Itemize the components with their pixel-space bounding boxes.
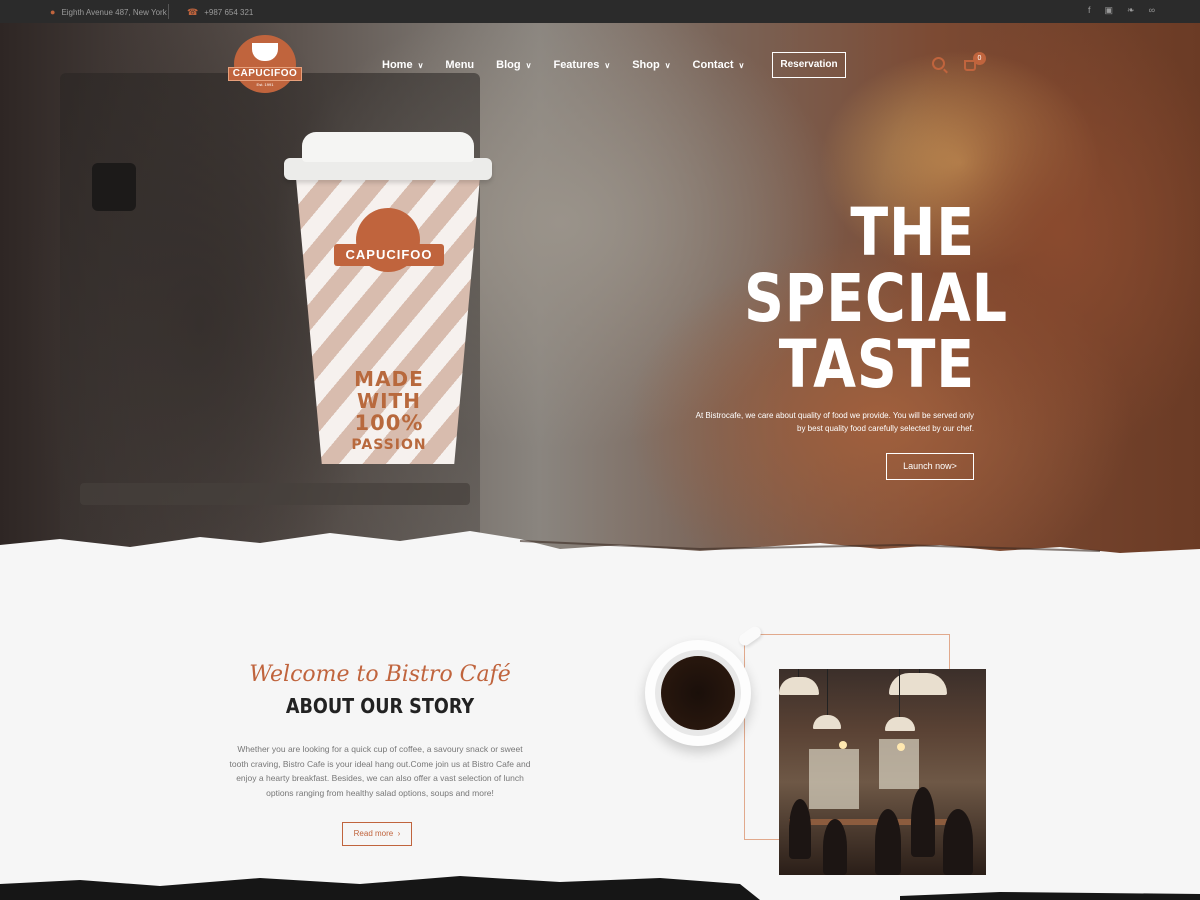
person xyxy=(875,809,901,875)
cart-count-badge: 0 xyxy=(973,52,986,65)
cup-logo: CAPUCIFOO xyxy=(334,208,444,278)
nav-item-label: Menu xyxy=(445,59,475,71)
coffee-drink xyxy=(661,656,735,730)
read-more-button[interactable]: Read more › xyxy=(342,822,412,846)
about-heading: ABOUT OUR STORY xyxy=(285,694,475,718)
logo-banner: CAPUCIFOO xyxy=(228,67,302,81)
hero-coffee-cup-image: CAPUCIFOO MADE WITH 100% PASSION xyxy=(284,132,492,472)
nav-item-label: Home xyxy=(382,59,413,71)
pendant-lamp xyxy=(813,715,841,729)
nav-item-label: Contact xyxy=(692,59,734,71)
cup-lid xyxy=(302,132,474,162)
hero-title-line: THE xyxy=(850,194,975,271)
phone-icon: ☎ xyxy=(187,7,199,17)
lamp-wire xyxy=(827,669,828,715)
chevron-down-icon: ∨ xyxy=(525,60,532,70)
nav-item-label: Features xyxy=(553,59,600,71)
facebook-icon[interactable]: f xyxy=(1088,5,1091,16)
nav-item-shop[interactable]: Shop ∨ xyxy=(632,59,670,71)
logo-established: Est. 1991 xyxy=(256,82,274,87)
nav-item-features[interactable]: Features ∨ xyxy=(553,59,610,71)
cup-slogan-line: 100% xyxy=(354,411,424,435)
launch-now-button[interactable]: Launch now> xyxy=(886,453,974,480)
top-bar: ● Eighth Avenue 487, New York ☎ +987 654… xyxy=(0,0,1200,23)
welcome-script-heading: Welcome to Bistro Café xyxy=(249,662,511,687)
cup-slogan: MADE WITH 100% PASSION xyxy=(344,368,434,456)
social-links: f ▣ ❧ ∞ xyxy=(1088,5,1155,16)
phone-info: ☎ +987 654 321 xyxy=(187,7,253,18)
hero-title-line: SPECIAL xyxy=(744,260,1008,337)
light-bulb xyxy=(897,743,905,751)
address-info: ● Eighth Avenue 487, New York xyxy=(50,7,167,17)
pendant-lamp xyxy=(885,717,915,731)
light-bulb xyxy=(839,741,847,749)
reservation-button[interactable]: Reservation xyxy=(772,52,846,78)
person xyxy=(789,799,811,859)
cup-logo-banner: CAPUCIFOO xyxy=(334,244,444,266)
cafe-interior-photo xyxy=(779,669,986,875)
phone-text: +987 654 321 xyxy=(204,8,254,17)
address-text: Eighth Avenue 487, New York xyxy=(61,7,167,17)
espresso-cup-image xyxy=(645,640,751,746)
site-logo[interactable]: CAPUCIFOO Est. 1991 xyxy=(228,35,302,95)
location-pin-icon: ● xyxy=(50,7,56,17)
brush-divider xyxy=(0,531,1200,595)
nav-item-label: Shop xyxy=(632,59,660,71)
person xyxy=(943,809,973,875)
search-icon[interactable] xyxy=(932,57,945,70)
machine-tray-image xyxy=(80,483,470,505)
nav-item-menu[interactable]: Menu xyxy=(445,59,474,71)
lamp-wire xyxy=(899,669,900,717)
instagram-icon[interactable]: ▣ xyxy=(1105,5,1114,16)
topbar-divider xyxy=(168,4,169,19)
pendant-lamp xyxy=(779,677,819,695)
machine-knob-image xyxy=(92,163,136,211)
nav-item-blog[interactable]: Blog ∨ xyxy=(496,59,531,71)
tripadvisor-icon[interactable]: ∞ xyxy=(1149,5,1155,16)
person xyxy=(823,819,847,875)
twitter-icon[interactable]: ❧ xyxy=(1127,5,1135,16)
hero-title-line: TASTE xyxy=(778,326,975,403)
main-nav: Home ∨ Menu Blog ∨ Features ∨ Shop ∨ Con… xyxy=(382,59,766,71)
chevron-right-icon: › xyxy=(395,829,401,838)
chevron-down-icon: ∨ xyxy=(417,60,424,70)
pendant-lamp xyxy=(889,673,947,695)
nav-item-home[interactable]: Home ∨ xyxy=(382,59,423,71)
hero-section xyxy=(0,23,1200,558)
nav-item-contact[interactable]: Contact ∨ xyxy=(693,59,745,71)
cup-slogan-line: MADE xyxy=(354,367,424,391)
person xyxy=(911,787,935,857)
about-paragraph: Whether you are looking for a quick cup … xyxy=(229,744,531,798)
bottom-brush-divider xyxy=(0,876,1200,900)
chevron-down-icon: ∨ xyxy=(604,60,611,70)
hero-description: At Bistrocafe, we care about quality of … xyxy=(695,411,974,433)
read-more-label: Read more xyxy=(353,829,394,838)
chevron-down-icon: ∨ xyxy=(664,60,671,70)
cup-slogan-line: PASSION xyxy=(351,437,427,453)
chevron-down-icon: ∨ xyxy=(738,60,745,70)
hero-title: THE SPECIAL TASTE xyxy=(744,194,1008,403)
nav-item-label: Blog xyxy=(496,59,521,71)
cup-slogan-line: WITH xyxy=(357,389,421,413)
window xyxy=(809,749,859,809)
